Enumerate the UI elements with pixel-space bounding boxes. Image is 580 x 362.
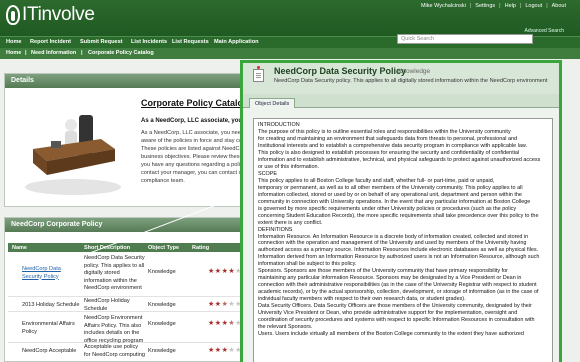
table-row[interactable]: Environmental Affairs Policy NeedCorp En… [8, 313, 270, 344]
policy-type: Knowledge [148, 269, 176, 275]
column-name[interactable]: Name [12, 245, 27, 251]
policy-description: NeedCorp Holiday Schedule [84, 298, 130, 312]
nav-list-incidents[interactable]: List Incidents [131, 39, 167, 45]
nav-home[interactable]: Home [6, 39, 22, 45]
corporate-policy-panel: NeedCorp Corporate Policy Name Short Des… [4, 217, 272, 362]
policy-description: NeedCorp Data Security policy. This appl… [84, 255, 145, 292]
details-panel: Details Corporate Policy Catalog As a Ne… [4, 73, 272, 207]
popup-header: NeedCorp Data Security Policy Knowledge … [243, 63, 559, 94]
breadcrumb-need-information[interactable]: Need Information [31, 50, 76, 56]
policy-detail-popup: NeedCorp Data Security Policy Knowledge … [240, 60, 562, 362]
breadcrumb-current: Corporate Policy Catalog [88, 50, 154, 56]
help-link[interactable]: Help [505, 3, 516, 9]
policy-table-header: Name Short Description Object Type Ratin… [8, 243, 270, 252]
popup-body: INTRODUCTION The purpose of this policy … [243, 108, 559, 362]
office-desk-illustration [25, 115, 121, 195]
details-heading: Details [5, 74, 271, 88]
policy-panel-heading: NeedCorp Corporate Policy [5, 218, 271, 232]
logout-link[interactable]: Logout [525, 3, 542, 9]
nav-report-incident[interactable]: Report Incident [30, 39, 71, 45]
policy-type: Knowledge [148, 348, 176, 354]
policy-name-link[interactable]: NeedCorp Data Security Policy [22, 266, 80, 281]
popup-description: NeedCorp Data Security policy. This appl… [274, 78, 548, 84]
policy-document-frame[interactable]: INTRODUCTION The purpose of this policy … [253, 118, 553, 362]
nav-main-application[interactable]: Main Application [214, 39, 259, 45]
popup-object-type: Knowledge [398, 68, 431, 75]
about-link[interactable]: About [552, 3, 566, 9]
logo-icon [6, 5, 20, 25]
rating-stars[interactable]: ★ ★ ★ ★ ★ [208, 300, 241, 309]
column-rating[interactable]: Rating [192, 245, 209, 251]
top-header: ITinvolve Mike Wychalcinski | Settings | H… [0, 0, 580, 36]
nav-submit-request[interactable]: Submit Request [80, 39, 123, 45]
policy-name-link[interactable]: Environmental Affairs Policy [22, 321, 82, 336]
policy-type: Knowledge [148, 321, 176, 327]
column-short-description[interactable]: Short Description [84, 245, 130, 251]
table-row[interactable]: 2013 Holiday Schedule NeedCorp Holiday S… [8, 298, 270, 312]
rating-stars[interactable]: ★ ★ ★ ★ ★ [208, 319, 241, 328]
app-logo[interactable]: ITinvolve [6, 4, 95, 26]
popup-tabs: Object Details [243, 94, 559, 109]
breadcrumb: Home | Need Information | Corporate Poli… [0, 48, 580, 59]
settings-link[interactable]: Settings [475, 3, 495, 9]
rating-stars[interactable]: ★ ★ ★ ★ ★ [208, 267, 241, 276]
policy-description: Acceptable use policy for NeedCorp compu… [84, 344, 145, 358]
popup-title: NeedCorp Data Security Policy [274, 66, 407, 76]
policy-document-icon [253, 66, 264, 82]
policy-name-link[interactable]: 2013 Holiday Schedule [22, 302, 80, 310]
rating-stars[interactable]: ★ ★ ★ ★ ★ [208, 346, 241, 355]
policy-name-link[interactable]: NeedCorp Acceptable [22, 348, 76, 356]
nav-list-requests[interactable]: List Requests [172, 39, 209, 45]
catalog-title[interactable]: Corporate Policy Catalog [141, 98, 249, 108]
policy-document-text: INTRODUCTION The purpose of this policy … [258, 122, 541, 338]
breadcrumb-home[interactable]: Home [6, 50, 21, 56]
policy-type: Knowledge [148, 302, 176, 308]
quick-search-input[interactable]: Quick Search [397, 34, 533, 44]
logo-text: ITinvolve [22, 4, 95, 25]
user-links: Mike Wychalcinski | Settings | Help | Logou… [420, 3, 566, 9]
table-row[interactable]: NeedCorp Acceptable Acceptable use polic… [8, 344, 270, 362]
column-object-type[interactable]: Object Type [148, 245, 179, 251]
table-row[interactable]: NeedCorp Data Security Policy NeedCorp D… [8, 253, 270, 297]
policy-description: NeedCorp Environment Affairs Policy. Thi… [84, 315, 144, 344]
user-name[interactable]: Mike Wychalcinski [421, 3, 466, 9]
